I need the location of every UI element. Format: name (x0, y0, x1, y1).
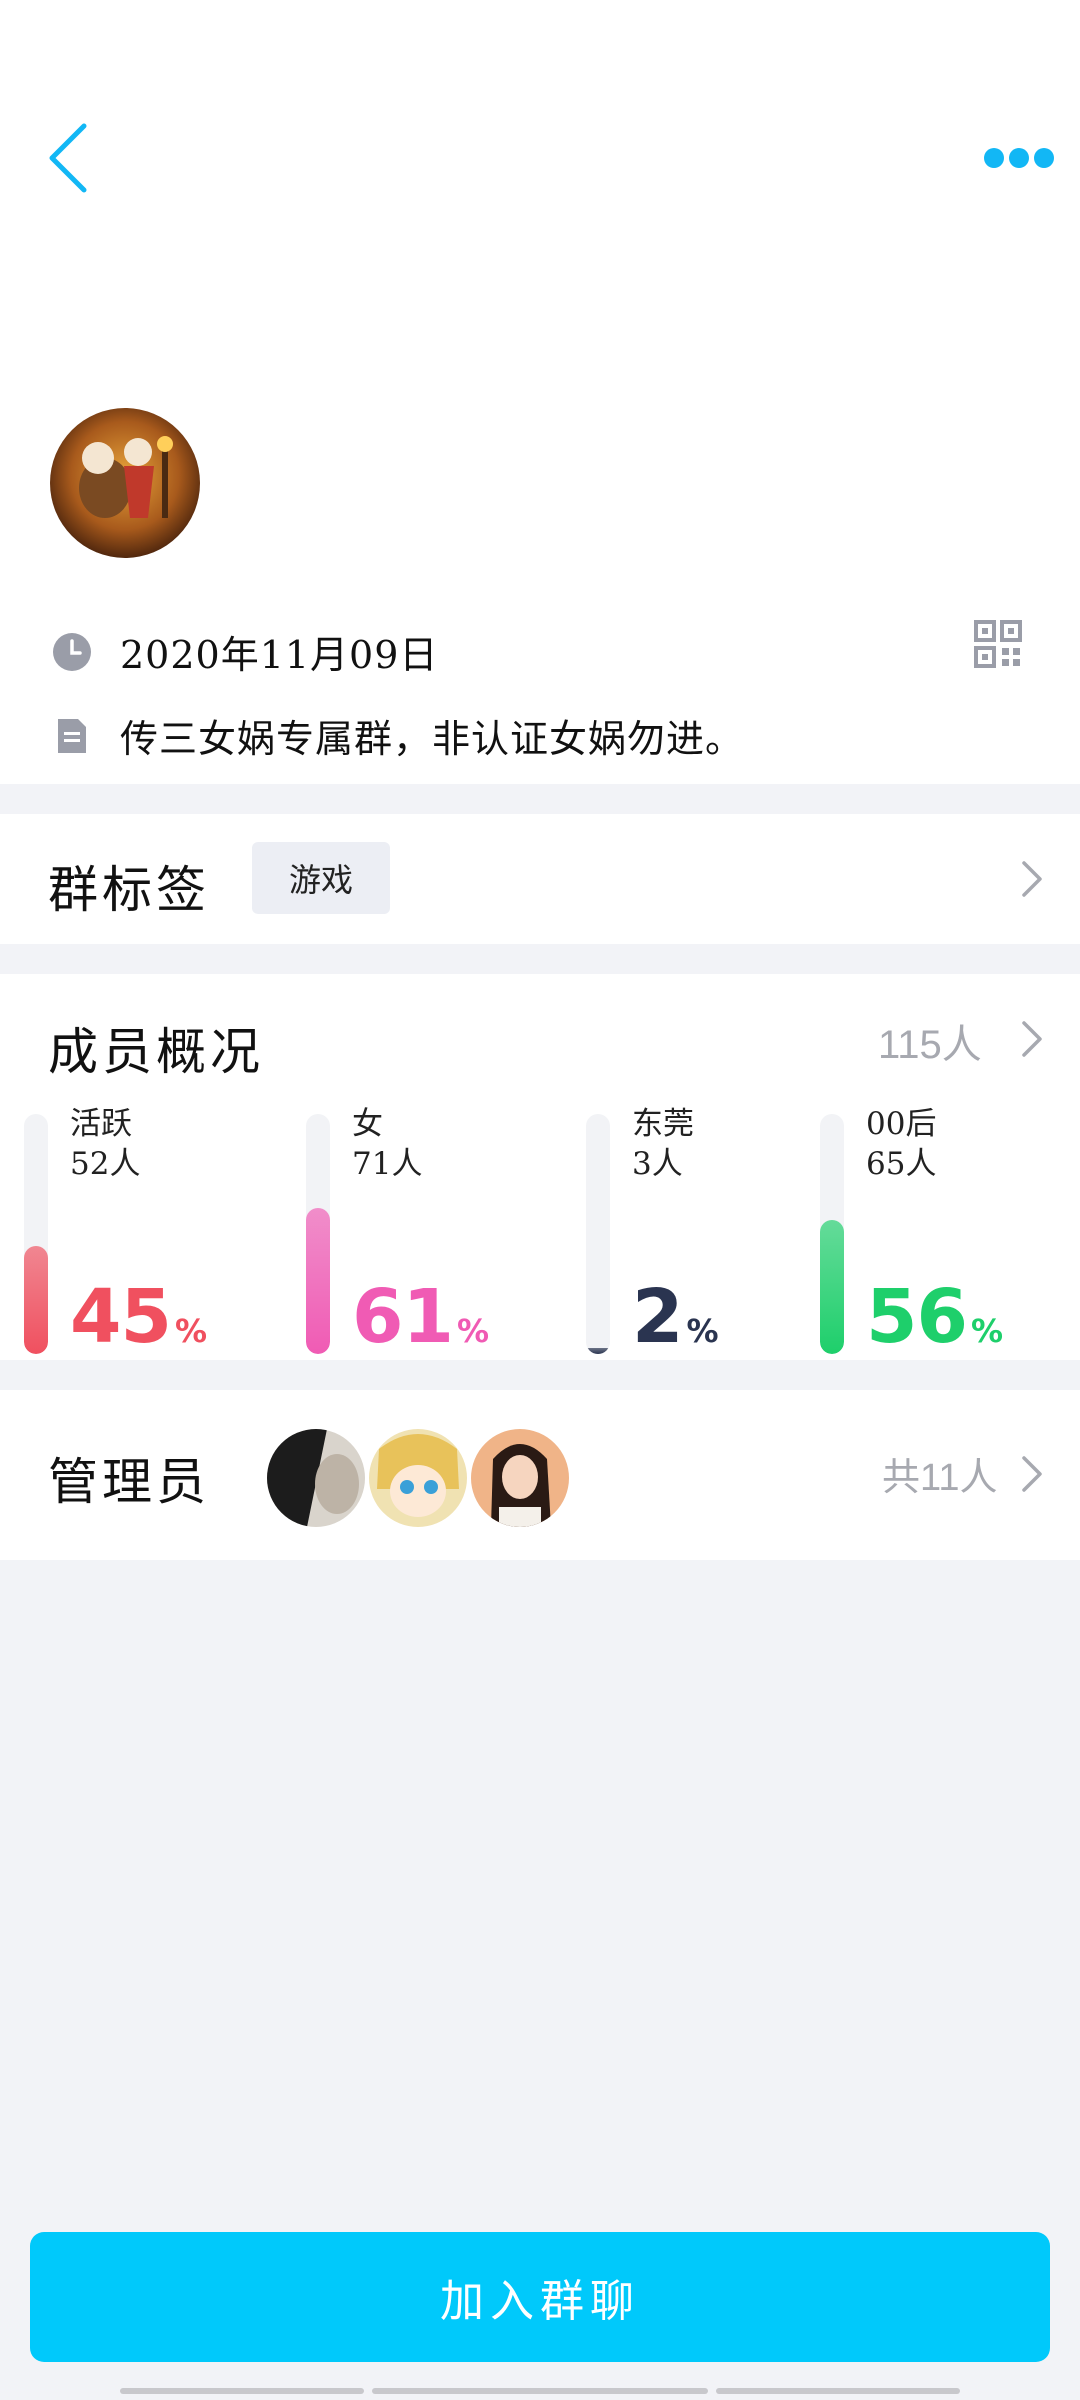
admins-row[interactable]: 管理员 共11人 (0, 1390, 1080, 1560)
member-stat: 00后 65人 56% (820, 974, 1080, 1364)
qr-code-icon (974, 620, 1022, 668)
admin-avatars (264, 1426, 584, 1530)
more-options-button[interactable] (980, 140, 1054, 176)
group-avatar-image (50, 408, 200, 558)
stat-percent: 2% (632, 1274, 719, 1360)
dot-icon (1009, 148, 1029, 168)
created-date: 2020年11月09日 (120, 633, 439, 677)
tags-title: 群标签 (48, 861, 210, 919)
stat-bar-track (586, 1114, 610, 1354)
stat-label-text: 女 (352, 1106, 383, 1142)
stat-label: 活跃 52人 (70, 1104, 140, 1184)
stat-percent-value: 56 (866, 1274, 968, 1360)
stat-bar-fill (586, 1348, 610, 1354)
admin-avatar[interactable] (366, 1426, 470, 1530)
stat-percent-unit: % (174, 1312, 207, 1350)
stat-bar-fill (820, 1219, 844, 1354)
stat-percent: 56% (866, 1274, 1003, 1360)
chevron-right-icon (1022, 861, 1042, 897)
stat-percent-unit: % (456, 1312, 489, 1350)
admin-avatar-image (267, 1429, 365, 1527)
stat-count: 3人 (632, 1146, 683, 1182)
members-overview-card: 成员概况 115人 活跃 52人 45% 女 71人 61% 东莞 3人 2% 00后 65人 56% (0, 974, 1080, 1360)
chevron-right-icon (1022, 1456, 1042, 1492)
stat-percent: 45% (70, 1274, 207, 1360)
admin-avatar[interactable] (468, 1426, 572, 1530)
group-tags-row[interactable]: 群标签 游戏 (0, 814, 1080, 944)
admin-count: 共11人 (882, 1457, 998, 1499)
stat-label: 00后 65人 (866, 1104, 936, 1184)
stat-percent-value: 61 (352, 1274, 454, 1360)
stat-bar-track (820, 1114, 844, 1354)
stat-count: 71人 (352, 1146, 423, 1182)
description-row: 传三女娲专属群，非认证女娲勿进。 (52, 708, 744, 763)
qr-code-button[interactable] (974, 620, 1022, 668)
document-icon (58, 718, 86, 753)
stat-label-text: 活跃 (70, 1106, 132, 1142)
join-group-button[interactable]: 加入群聊 (30, 2232, 1050, 2362)
stat-percent-value: 45 (70, 1274, 172, 1360)
member-stat: 活跃 52人 45% (24, 974, 284, 1364)
chevron-left-icon (49, 123, 87, 193)
dot-icon (1034, 148, 1054, 168)
stat-count: 65人 (866, 1146, 937, 1182)
stat-bar-track (306, 1114, 330, 1354)
nav-hint-bar (716, 2388, 960, 2394)
stat-percent-unit: % (686, 1312, 719, 1350)
stat-label: 女 71人 (352, 1104, 422, 1184)
created-date-row: 2020年11月09日 (52, 624, 438, 679)
tag-game[interactable]: 游戏 (252, 842, 390, 914)
admin-avatar[interactable] (264, 1426, 368, 1530)
clock-icon (53, 632, 91, 671)
stat-count: 52人 (70, 1146, 141, 1182)
group-avatar[interactable] (50, 408, 200, 558)
admin-avatar-image (471, 1429, 569, 1527)
stat-label: 东莞 3人 (632, 1104, 694, 1184)
stat-percent-value: 2 (632, 1274, 683, 1360)
stat-label-text: 东莞 (632, 1106, 694, 1142)
nav-hint-bar (372, 2388, 708, 2394)
member-stat: 女 71人 61% (306, 974, 566, 1364)
stat-bar-track (24, 1114, 48, 1354)
nav-hint-bar (120, 2388, 364, 2394)
dot-icon (984, 148, 1004, 168)
stat-bar-fill (306, 1207, 330, 1354)
group-description: 传三女娲专属群，非认证女娲勿进。 (120, 717, 745, 761)
stat-percent: 61% (352, 1274, 489, 1360)
stat-bar-fill (24, 1246, 48, 1354)
stat-label-text: 00后 (866, 1106, 937, 1142)
member-stat: 东莞 3人 2% (586, 974, 846, 1364)
stat-percent-unit: % (970, 1312, 1003, 1350)
admin-avatar-image (369, 1429, 467, 1527)
back-button[interactable] (40, 118, 100, 198)
admins-title: 管理员 (48, 1453, 210, 1511)
